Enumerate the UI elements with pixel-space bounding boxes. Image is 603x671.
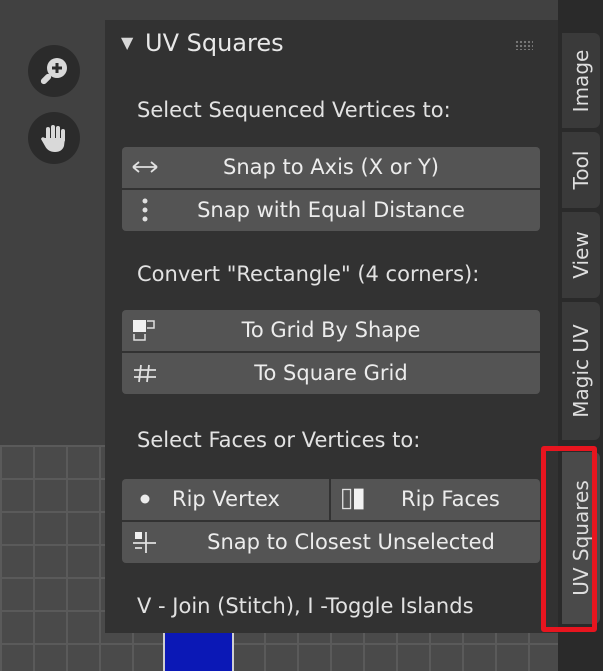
tab-image-label: Image — [569, 49, 593, 112]
hand-pan-icon — [41, 125, 65, 152]
rip-faces-button[interactable]: Rip Faces — [331, 479, 540, 520]
snap-closest-unselected-button[interactable]: Snap to Closest Unselected — [122, 522, 540, 563]
tab-image[interactable]: Image — [562, 33, 600, 128]
snap-equal-distance-label: Snap with Equal Distance — [197, 198, 465, 222]
tab-tool[interactable]: Tool — [562, 132, 600, 208]
to-grid-by-shape-label: To Grid By Shape — [241, 318, 421, 342]
tab-uv-squares-label: UV Squares — [569, 480, 593, 596]
section-label-faces: Select Faces or Vertices to: — [137, 428, 421, 452]
rip-vertex-label: Rip Vertex — [172, 487, 280, 511]
collapse-arrow-icon[interactable]: ▼ — [121, 33, 133, 52]
rip-faces-icon — [341, 487, 367, 511]
tab-magic-uv[interactable]: Magic UV — [562, 302, 600, 440]
rip-faces-label: Rip Faces — [401, 487, 500, 511]
pan-button[interactable] — [28, 112, 80, 164]
tab-tool-label: Tool — [569, 150, 593, 190]
section-label-convert: Convert "Rectangle" (4 corners): — [137, 262, 480, 286]
tab-uv-squares[interactable]: UV Squares — [562, 452, 600, 624]
dot-icon — [132, 487, 158, 511]
to-square-grid-button[interactable]: To Square Grid — [122, 353, 540, 394]
tab-magic-uv-label: Magic UV — [569, 324, 593, 418]
panel-header[interactable]: ▼ UV Squares — [105, 20, 558, 70]
tab-view-label: View — [569, 231, 593, 279]
zoom-button[interactable] — [28, 45, 80, 97]
tab-view[interactable]: View — [562, 212, 600, 298]
shortcut-hint: V - Join (Stitch), I -Toggle Islands — [137, 594, 474, 618]
drag-handle-icon[interactable] — [515, 40, 533, 50]
to-square-grid-label: To Square Grid — [254, 361, 408, 385]
section-label-sequenced: Select Sequenced Vertices to: — [137, 98, 451, 122]
snap-to-axis-button[interactable]: Snap to Axis (X or Y) — [122, 147, 540, 188]
snap-equal-distance-button[interactable]: Snap with Equal Distance — [122, 190, 540, 231]
snap-closest-icon — [132, 530, 158, 554]
zoom-in-icon — [40, 58, 67, 85]
rip-vertex-button[interactable]: Rip Vertex — [122, 479, 329, 520]
panel-title: UV Squares — [145, 29, 284, 57]
to-grid-by-shape-button[interactable]: To Grid By Shape — [122, 310, 540, 351]
snap-closest-unselected-label: Snap to Closest Unselected — [207, 530, 495, 554]
uv-squares-panel: ▼ UV Squares Select Sequenced Vertices t… — [105, 20, 558, 633]
snap-to-axis-label: Snap to Axis (X or Y) — [223, 155, 439, 179]
